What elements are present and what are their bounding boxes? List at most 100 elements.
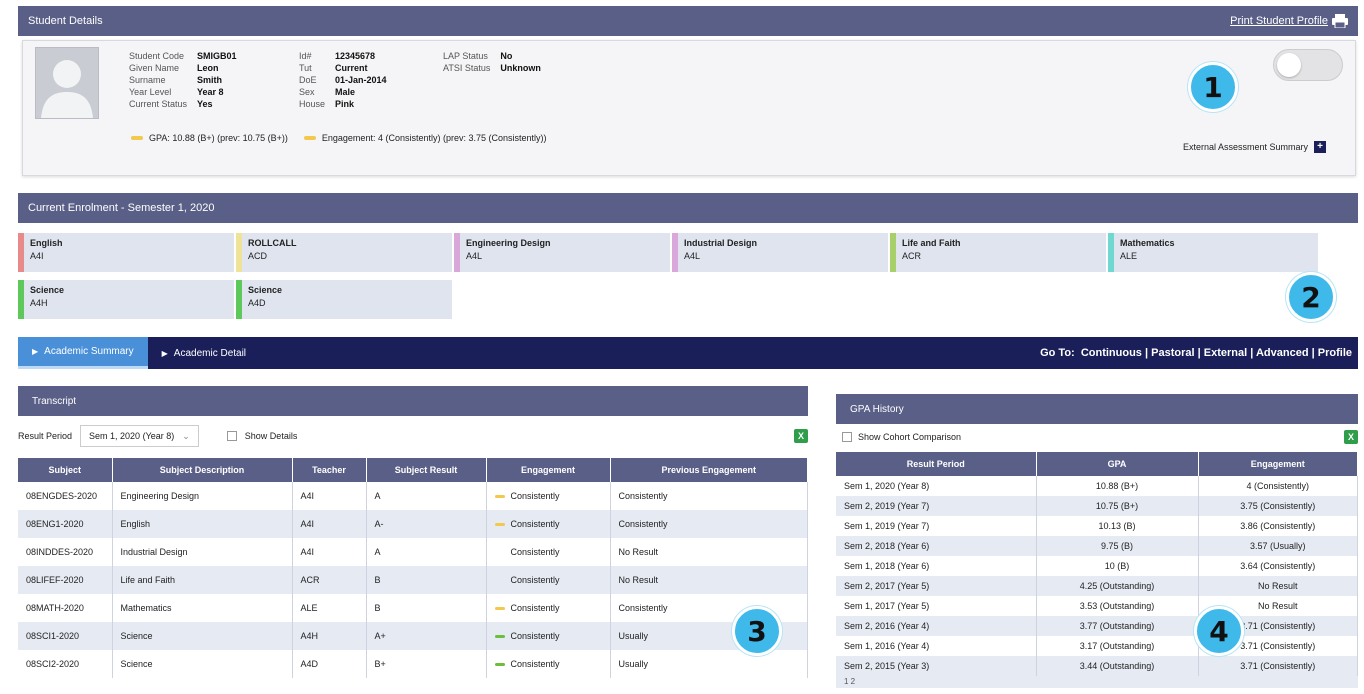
subject-tile[interactable]: English A4I xyxy=(18,233,236,272)
tab-academic-summary[interactable]: ▶ Academic Summary xyxy=(18,337,148,369)
label-tut: Tut xyxy=(299,63,312,73)
gpa-history-row[interactable]: Sem 1, 2017 (Year 5) 3.53 (Outstanding) No… xyxy=(836,596,1358,616)
col-gpa[interactable]: GPA xyxy=(1036,452,1199,476)
table-row[interactable]: 08INDDES-2020 Industrial Design A4I A Consis… xyxy=(18,538,808,566)
profile-toggle-switch[interactable] xyxy=(1273,49,1343,81)
engagement-cell: Consistently xyxy=(486,538,611,566)
print-student-profile-link[interactable]: Print Student Profile xyxy=(1230,14,1348,28)
gpa-history-row[interactable]: Sem 2, 2018 (Year 6) 9.75 (B) 3.57 (Usuall… xyxy=(836,536,1358,556)
subject-code-cell-text: 08LIFEF-2020 xyxy=(26,575,84,585)
subject-result-cell: B xyxy=(366,566,487,594)
engagement-indicator-icon xyxy=(494,523,505,527)
engagement-cell: Consistently xyxy=(486,482,611,510)
col-previous-engagement[interactable]: Previous Engagement xyxy=(610,458,808,482)
external-assessment-summary-link[interactable]: External Assessment Summary + xyxy=(1183,141,1327,153)
gpa-history-row[interactable]: Sem 1, 2016 (Year 4) 3.17 (Outstanding) 3.… xyxy=(836,636,1358,656)
subject-name: English xyxy=(30,238,63,248)
label-given-name: Given Name xyxy=(129,63,180,73)
tab-academic-summary-label: Academic Summary xyxy=(44,346,134,357)
callout-badge-2: 2 xyxy=(1286,272,1336,322)
gpa-history-controls: Show Cohort Comparison X xyxy=(836,428,1358,446)
result-period-cell: Sem 1, 2016 (Year 4) xyxy=(836,636,1037,656)
subject-name: Science xyxy=(248,285,283,295)
subject-tile[interactable]: Engineering Design A4L xyxy=(454,233,672,272)
goto-links: Go To: Continuous | Pastoral | External … xyxy=(1040,347,1352,359)
gpa-history-row[interactable]: Sem 2, 2019 (Year 7) 10.75 (B+) 3.75 (Cons… xyxy=(836,496,1358,516)
gpa-summary-text: GPA: 10.88 (B+) (prev: 10.75 (B+)) xyxy=(149,133,288,143)
engagement-cell: Consistently xyxy=(486,650,611,678)
transcript-table: Subject Subject Description Teacher Subj… xyxy=(18,458,808,678)
table-row[interactable]: 08ENG1-2020 English A4I A- Consistently Consi… xyxy=(18,510,808,538)
col-engagement[interactable]: Engagement xyxy=(486,458,611,482)
gpa-history-row[interactable]: Sem 2, 2016 (Year 4) 3.77 (Outstanding) 3.… xyxy=(836,616,1358,636)
goto-advanced-link[interactable]: Advanced xyxy=(1256,347,1309,359)
subject-code: ALE xyxy=(1120,251,1138,261)
goto-continuous-link[interactable]: Continuous xyxy=(1081,347,1142,359)
subject-code-cell-text: 08ENGDES-2020 xyxy=(26,491,98,501)
show-cohort-label: Show Cohort Comparison xyxy=(858,432,962,442)
show-cohort-checkbox[interactable] xyxy=(842,432,852,442)
table-row[interactable]: 08SCI1-2020 Science A4H A+ Consistently Usual… xyxy=(18,622,808,650)
result-period-cell: Sem 1, 2020 (Year 8) xyxy=(836,476,1037,496)
subject-description-cell: Life and Faith xyxy=(112,566,293,594)
subject-tile[interactable]: Science A4H xyxy=(18,280,236,319)
engagement-cell-text: Consistently xyxy=(510,603,560,613)
col-result-period[interactable]: Result Period xyxy=(836,452,1037,476)
subject-result-cell: A+ xyxy=(366,622,487,650)
table-row[interactable]: 08SCI2-2020 Science A4D B+ Consistently Usual… xyxy=(18,650,808,678)
subject-tile[interactable]: ROLLCALL ACD xyxy=(236,233,454,272)
subject-tile[interactable]: Mathematics ALE xyxy=(1108,233,1320,272)
gpa-history-pager[interactable]: 1 2 xyxy=(836,676,1358,688)
teacher-cell-text: ALE xyxy=(300,603,318,613)
goto-pastoral-link[interactable]: Pastoral xyxy=(1151,347,1194,359)
engagement-indicator-icon xyxy=(494,635,505,639)
goto-profile-link[interactable]: Profile xyxy=(1318,347,1352,359)
expand-plus-icon: + xyxy=(1314,141,1327,153)
gpa-history-row[interactable]: Sem 1, 2018 (Year 6) 10 (B) 3.64 (Consiste… xyxy=(836,556,1358,576)
subject-tile[interactable]: Industrial Design A4L xyxy=(672,233,890,272)
gpa-history-row[interactable]: Sem 1, 2020 (Year 8) 10.88 (B+) 4 (Consist… xyxy=(836,476,1358,496)
gpa-history-row[interactable]: Sem 2, 2015 (Year 3) 3.44 (Outstanding) 3.… xyxy=(836,656,1358,676)
subject-description-cell-text: Mathematics xyxy=(120,603,172,613)
student-info-col3: LAP Status No ATSI Status Unknown xyxy=(443,51,541,74)
table-row[interactable]: 08MATH-2020 Mathematics ALE B Consistently Co… xyxy=(18,594,808,622)
subject-name: Mathematics xyxy=(1120,238,1175,248)
subject-description-cell-text: English xyxy=(120,519,151,529)
subject-code-cell-text: 08SCI1-2020 xyxy=(26,631,80,641)
col-teacher[interactable]: Teacher xyxy=(292,458,367,482)
gpa-history-row[interactable]: Sem 1, 2019 (Year 7) 10.13 (B) 3.86 (Consi… xyxy=(836,516,1358,536)
gpa-cell: 3.44 (Outstanding) xyxy=(1036,656,1199,676)
gpa-history-row[interactable]: Sem 2, 2017 (Year 5) 4.25 (Outstanding) No… xyxy=(836,576,1358,596)
col-gpa-engagement[interactable]: Engagement xyxy=(1198,452,1358,476)
subject-tile[interactable]: Life and Faith ACR xyxy=(890,233,1108,272)
previous-engagement-cell-text: Consistently xyxy=(618,491,668,501)
subject-code: ACR xyxy=(902,251,922,261)
result-period-select[interactable]: Sem 1, 2020 (Year 8) ⌄ xyxy=(80,425,199,447)
col-subject-result[interactable]: Subject Result xyxy=(366,458,487,482)
col-subject-description[interactable]: Subject Description xyxy=(112,458,293,482)
subject-code-cell: 08SCI1-2020 xyxy=(18,622,113,650)
tab-academic-detail[interactable]: ▶ Academic Detail xyxy=(148,337,260,369)
transcript-header: Transcript xyxy=(18,386,808,416)
table-row[interactable]: 08ENGDES-2020 Engineering Design A4I A Consi… xyxy=(18,482,808,510)
value-id: 12345678 xyxy=(335,51,376,61)
label-current-status: Current Status xyxy=(129,99,188,109)
excel-export-icon[interactable]: X xyxy=(794,429,808,443)
label-doe: DoE xyxy=(299,75,317,85)
table-row[interactable]: 08LIFEF-2020 Life and Faith ACR B Consistent… xyxy=(18,566,808,594)
callout-badge-3: 3 xyxy=(732,606,782,656)
excel-export-icon[interactable]: X xyxy=(1344,430,1358,444)
gpa-engagement-cell: 3.64 (Consistently) xyxy=(1198,556,1358,576)
value-atsi-status: Unknown xyxy=(500,63,541,73)
result-period-cell: Sem 2, 2019 (Year 7) xyxy=(836,496,1037,516)
label-id: Id# xyxy=(299,51,312,61)
goto-external-link[interactable]: External xyxy=(1204,347,1247,359)
subject-tile[interactable]: Science A4D xyxy=(236,280,454,319)
result-period-label: Result Period xyxy=(18,431,73,441)
teacher-cell: A4I xyxy=(292,510,367,538)
label-atsi-status: ATSI Status xyxy=(443,63,491,73)
gpa-cell: 3.77 (Outstanding) xyxy=(1036,616,1199,636)
show-details-checkbox[interactable] xyxy=(226,431,237,441)
col-subject[interactable]: Subject xyxy=(18,458,113,482)
subject-result-cell-text: A+ xyxy=(374,631,386,641)
